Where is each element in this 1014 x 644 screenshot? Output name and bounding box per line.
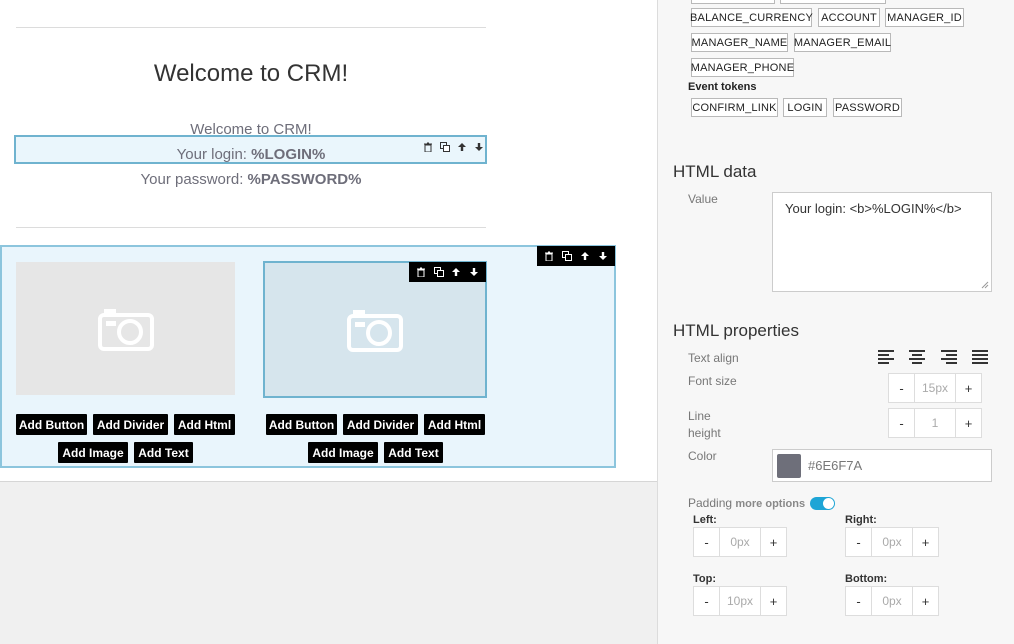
add-button-button[interactable]: Add Button — [266, 414, 337, 435]
image-placeholder[interactable] — [16, 262, 235, 395]
arrow-up-icon[interactable] — [448, 264, 465, 280]
copy-icon[interactable] — [430, 264, 447, 280]
html-data-title: HTML data — [673, 162, 757, 181]
line-height-value[interactable]: 1 — [914, 409, 956, 437]
password-token: %PASSWORD% — [247, 171, 362, 188]
trash-icon[interactable] — [412, 264, 429, 280]
toggle-knob — [823, 498, 834, 509]
divider-top — [16, 27, 486, 28]
add-html-button[interactable]: Add Html — [424, 414, 485, 435]
token-button[interactable]: MANAGER_PHONE — [691, 58, 794, 77]
add-divider-button[interactable]: Add Divider — [343, 414, 418, 435]
camera-icon — [347, 309, 403, 352]
increment-button[interactable]: + — [761, 587, 786, 615]
padding-label: Padding more options — [688, 495, 805, 513]
line-height-label-line1: Line — [688, 409, 711, 423]
padding-right-stepper: - 0px + — [845, 527, 939, 557]
login-prefix: Your login: — [176, 146, 252, 163]
arrow-up-icon[interactable] — [577, 248, 594, 264]
increment-button[interactable]: + — [913, 587, 938, 615]
text-align-label: Text align — [688, 351, 739, 365]
token-button[interactable]: LOGIN — [783, 98, 827, 117]
arrow-down-icon[interactable] — [595, 248, 612, 264]
align-center-icon[interactable] — [909, 350, 926, 364]
password-prefix: Your password: — [140, 171, 248, 188]
add-text-button[interactable]: Add Text — [134, 442, 193, 463]
increment-button[interactable]: + — [956, 374, 981, 402]
padding-left-value[interactable]: 0px — [719, 528, 761, 556]
token-partial[interactable] — [691, 0, 775, 4]
trash-icon[interactable] — [541, 248, 558, 264]
padding-right-value[interactable]: 0px — [871, 528, 913, 556]
align-left-icon[interactable] — [878, 350, 894, 364]
font-size-value[interactable]: 15px — [914, 374, 956, 402]
html-value-textarea[interactable]: Your login: <b>%LOGIN%</b> — [772, 192, 992, 292]
align-right-icon[interactable] — [940, 350, 957, 364]
align-justify-icon[interactable] — [971, 350, 988, 364]
resize-grip-icon[interactable] — [981, 281, 989, 289]
increment-button[interactable]: + — [913, 528, 938, 556]
font-size-label: Font size — [688, 374, 737, 388]
padding-left-stepper: - 0px + — [693, 527, 787, 557]
copy-icon[interactable] — [559, 248, 576, 264]
font-size-stepper: - 15px + — [888, 373, 982, 403]
padding-bottom-stepper: - 0px + — [845, 586, 939, 616]
line-height-label-line2: height — [688, 426, 721, 440]
padding-label-text: Padding — [688, 496, 733, 510]
event-tokens-label: Event tokens — [688, 81, 757, 93]
token-button[interactable]: PASSWORD — [833, 98, 902, 117]
decrement-button[interactable]: - — [694, 587, 719, 615]
line-height-stepper: - 1 + — [888, 408, 982, 438]
color-swatch[interactable] — [777, 453, 801, 478]
password-line[interactable]: Your password: %PASSWORD% — [16, 170, 486, 190]
token-button[interactable]: MANAGER_NAME — [691, 33, 788, 52]
decrement-button[interactable]: - — [694, 528, 719, 556]
add-image-button[interactable]: Add Image — [308, 442, 378, 463]
token-button[interactable]: MANAGER_ID — [885, 8, 964, 27]
token-button[interactable]: ACCOUNT — [818, 8, 880, 27]
padding-top-label: Top: — [693, 573, 717, 585]
row-toolbar — [537, 246, 615, 266]
login-token: %LOGIN% — [251, 146, 326, 163]
add-image-button[interactable]: Add Image — [58, 442, 128, 463]
email-heading[interactable]: Welcome to CRM! — [16, 60, 486, 88]
token-partial[interactable] — [780, 0, 886, 4]
email-body: Welcome to CRM! Welcome to CRM! Your log… — [0, 0, 657, 482]
decrement-button[interactable]: - — [846, 587, 871, 615]
decrement-button[interactable]: - — [846, 528, 871, 556]
decrement-button[interactable]: - — [889, 409, 914, 437]
value-label: Value — [688, 192, 718, 206]
divider-bottom — [16, 227, 486, 228]
increment-button[interactable]: + — [956, 409, 981, 437]
email-canvas: Welcome to CRM! Welcome to CRM! Your log… — [0, 0, 657, 644]
text-align-group — [878, 350, 988, 364]
padding-top-stepper: - 10px + — [693, 586, 787, 616]
token-button[interactable]: BALANCE_CURRENCY — [690, 8, 813, 27]
color-input[interactable]: #6E6F7A — [772, 449, 992, 482]
add-text-button[interactable]: Add Text — [384, 442, 443, 463]
padding-right-label: Right: — [845, 514, 877, 526]
token-button[interactable]: MANAGER_EMAIL — [794, 33, 891, 52]
add-button-button[interactable]: Add Button — [16, 414, 87, 435]
html-properties-title: HTML properties — [673, 321, 799, 340]
padding-left-label: Left: — [693, 514, 717, 526]
token-button[interactable]: CONFIRM_LINK — [691, 98, 778, 117]
camera-icon — [97, 308, 154, 351]
more-options-toggle[interactable] — [810, 497, 835, 510]
more-options-label: more options — [735, 498, 806, 510]
decrement-button[interactable]: - — [889, 374, 914, 402]
increment-button[interactable]: + — [761, 528, 786, 556]
column-toolbar — [409, 262, 486, 282]
line-height-label: Line height — [688, 408, 721, 442]
arrow-down-icon[interactable] — [466, 264, 483, 280]
add-divider-button[interactable]: Add Divider — [93, 414, 168, 435]
padding-bottom-label: Bottom: — [845, 573, 888, 585]
padding-bottom-value[interactable]: 0px — [871, 587, 913, 615]
add-html-button[interactable]: Add Html — [174, 414, 235, 435]
login-line: Your login: %LOGIN% — [16, 145, 486, 165]
html-value-text: Your login: <b>%LOGIN%</b> — [785, 201, 962, 216]
color-value: #6E6F7A — [808, 458, 863, 473]
color-label: Color — [688, 449, 717, 463]
padding-top-value[interactable]: 10px — [719, 587, 761, 615]
